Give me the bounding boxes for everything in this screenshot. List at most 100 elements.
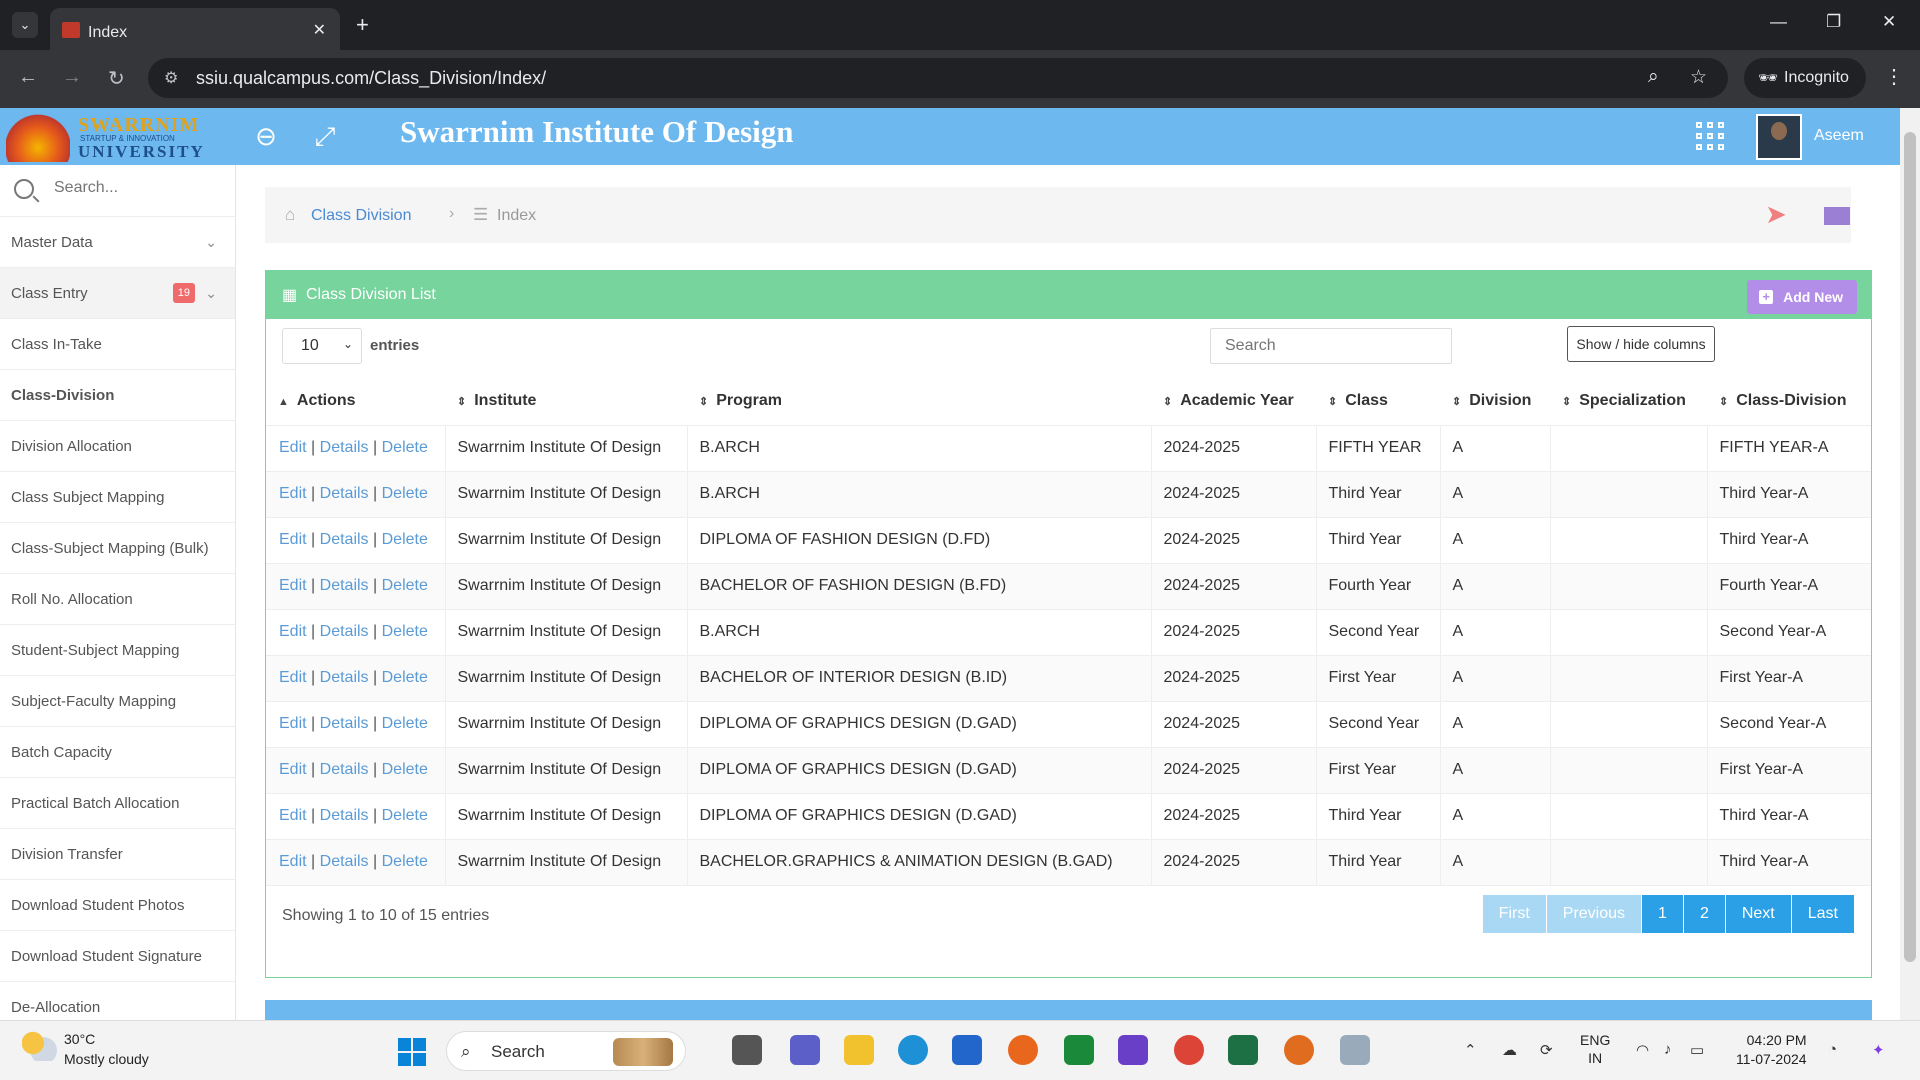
next-page-button[interactable]: Next: [1725, 895, 1792, 933]
delete-link[interactable]: Delete: [382, 761, 428, 778]
details-link[interactable]: Details: [320, 439, 369, 456]
university-logo[interactable]: SWARRNIM STARTUP & INNOVATION UNIVERSITY: [0, 108, 206, 165]
edit-link[interactable]: Edit: [279, 485, 307, 502]
sidebar-item-download-student-photos[interactable]: Download Student Photos: [0, 880, 235, 931]
sidebar-item-de-allocation[interactable]: De-Allocation: [0, 982, 235, 1020]
avatar[interactable]: [1756, 114, 1802, 160]
column-header-class[interactable]: ⇕ Class: [1316, 377, 1440, 426]
page-2-button[interactable]: 2: [1683, 895, 1726, 933]
delete-link[interactable]: Delete: [382, 439, 428, 456]
edit-link[interactable]: Edit: [279, 623, 307, 640]
browser-menu-icon[interactable]: ⋮: [1884, 64, 1904, 89]
details-link[interactable]: Details: [320, 807, 369, 824]
page-1-button[interactable]: 1: [1642, 895, 1684, 933]
weather-description[interactable]: Mostly cloudy: [64, 1051, 149, 1067]
sidebar-item-division-allocation[interactable]: Division Allocation: [0, 421, 235, 472]
battery-icon[interactable]: ▭: [1690, 1041, 1704, 1059]
tab-search-button[interactable]: ⌄: [12, 12, 38, 38]
details-link[interactable]: Details: [320, 623, 369, 640]
edit-link[interactable]: Edit: [279, 715, 307, 732]
edit-link[interactable]: Edit: [279, 531, 307, 548]
previous-page-button[interactable]: Previous: [1546, 895, 1643, 933]
column-header-academic-year[interactable]: ⇕ Academic Year: [1151, 377, 1316, 426]
chrome-icon[interactable]: [1174, 1035, 1204, 1065]
back-icon[interactable]: ←: [18, 66, 38, 89]
page-scrollbar[interactable]: [1900, 108, 1920, 1020]
sidebar-item-class-subject-mapping-bulk[interactable]: Class-Subject Mapping (Bulk): [0, 523, 235, 574]
weather-temperature[interactable]: 30°C: [64, 1031, 95, 1047]
delete-link[interactable]: Delete: [382, 669, 428, 686]
sidebar-item-student-subject-mapping[interactable]: Student-Subject Mapping: [0, 625, 235, 676]
delete-link[interactable]: Delete: [382, 531, 428, 548]
task-view-icon[interactable]: [732, 1035, 762, 1065]
edit-link[interactable]: Edit: [279, 577, 307, 594]
windows-start-icon[interactable]: [398, 1038, 426, 1066]
details-link[interactable]: Details: [320, 669, 369, 686]
firefox-icon[interactable]: [1008, 1035, 1038, 1065]
sidebar-item-roll-no-allocation[interactable]: Roll No. Allocation: [0, 574, 235, 625]
edit-link[interactable]: Edit: [279, 669, 307, 686]
xbox-icon[interactable]: [1064, 1035, 1094, 1065]
tray-chevron-up-icon[interactable]: ⌃: [1464, 1041, 1477, 1059]
excel-icon[interactable]: [1228, 1035, 1258, 1065]
restore-icon[interactable]: ❐: [1826, 12, 1841, 32]
details-link[interactable]: Details: [320, 853, 369, 870]
edit-link[interactable]: Edit: [279, 807, 307, 824]
column-header-specialization[interactable]: ⇕ Specialization: [1550, 377, 1707, 426]
delete-link[interactable]: Delete: [382, 623, 428, 640]
address-bar[interactable]: ⚙ ssiu.qualcampus.com/Class_Division/Ind…: [148, 58, 1728, 98]
column-header-division[interactable]: ⇕ Division: [1440, 377, 1550, 426]
back-circle-icon[interactable]: ⊖: [252, 122, 280, 150]
chrome-incognito-icon[interactable]: [1284, 1035, 1314, 1065]
table-search-input[interactable]: [1210, 328, 1452, 364]
column-header-program[interactable]: ⇕ Program: [687, 377, 1151, 426]
weather-cloud-icon[interactable]: [22, 1031, 58, 1061]
teams-icon[interactable]: [790, 1035, 820, 1065]
send-icon[interactable]: ➤: [1765, 199, 1787, 230]
last-page-button[interactable]: Last: [1791, 895, 1855, 933]
onedrive-icon[interactable]: ☁: [1502, 1041, 1517, 1059]
language-indicator[interactable]: ENG IN: [1580, 1031, 1610, 1067]
sidebar-item-division-transfer[interactable]: Division Transfer: [0, 829, 235, 880]
sidebar-item-class-entry[interactable]: Class Entry 19 ⌄: [0, 268, 235, 319]
new-tab-button[interactable]: +: [356, 12, 369, 38]
taskbar-search[interactable]: ⌕ Search: [446, 1031, 686, 1071]
show-hide-columns-button[interactable]: Show / hide columns: [1567, 326, 1715, 362]
details-link[interactable]: Details: [320, 531, 369, 548]
fullscreen-icon[interactable]: ⤢: [311, 122, 339, 150]
edit-link[interactable]: Edit: [279, 439, 307, 456]
sidebar-item-subject-faculty-mapping[interactable]: Subject-Faculty Mapping: [0, 676, 235, 727]
app-icon[interactable]: [1118, 1035, 1148, 1065]
scrollbar-thumb[interactable]: [1904, 132, 1916, 962]
reload-icon[interactable]: ↻: [108, 66, 125, 91]
details-link[interactable]: Details: [320, 577, 369, 594]
bookmark-star-icon[interactable]: ☆: [1690, 66, 1707, 89]
sidebar-item-class-division[interactable]: Class-Division: [0, 370, 235, 421]
apps-grid-icon[interactable]: [1696, 122, 1724, 150]
sidebar-item-batch-capacity[interactable]: Batch Capacity: [0, 727, 235, 778]
site-info-icon[interactable]: ⚙: [164, 68, 178, 88]
sidebar-item-download-student-signature[interactable]: Download Student Signature: [0, 931, 235, 982]
mail-icon[interactable]: [1824, 207, 1850, 225]
edge-icon[interactable]: [898, 1035, 928, 1065]
column-header-actions[interactable]: ▲ Actions: [266, 377, 445, 426]
breadcrumb-parent-link[interactable]: Class Division: [311, 207, 411, 225]
wifi-icon[interactable]: ◠: [1636, 1041, 1649, 1059]
copilot-icon[interactable]: ✦: [1872, 1041, 1885, 1059]
sidebar-item-master-data[interactable]: Master Data ⌄: [0, 217, 235, 268]
browser-tab[interactable]: Index ✕: [50, 8, 340, 50]
user-name[interactable]: Aseem: [1814, 127, 1864, 145]
system-clock[interactable]: 04:20 PM 11-07-2024: [1736, 1031, 1807, 1069]
forward-icon[interactable]: →: [62, 66, 82, 89]
tab-close-icon[interactable]: ✕: [313, 20, 326, 40]
file-explorer-icon[interactable]: [844, 1035, 874, 1065]
details-link[interactable]: Details: [320, 485, 369, 502]
first-page-button[interactable]: First: [1482, 895, 1547, 933]
details-link[interactable]: Details: [320, 715, 369, 732]
add-new-button[interactable]: + Add New: [1747, 280, 1857, 314]
volume-icon[interactable]: ♪: [1664, 1041, 1672, 1058]
edit-link[interactable]: Edit: [279, 853, 307, 870]
snipping-tool-icon[interactable]: [1340, 1035, 1370, 1065]
sidebar-search-input[interactable]: [54, 179, 214, 197]
delete-link[interactable]: Delete: [382, 807, 428, 824]
